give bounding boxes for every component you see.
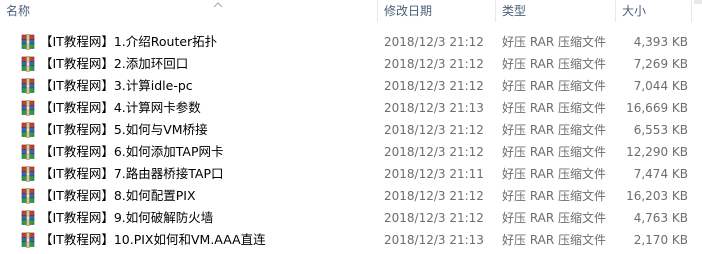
file-name: 【IT教程网】9.如何破解防火墙 [40,210,214,225]
file-type: 好压 RAR 压缩文件 [502,101,607,115]
file-row[interactable]: 【IT教程网】10.PIX如何和VM.AAA直连 2018/12/3 21:13 好… [0,229,702,251]
file-name: 【IT教程网】8.如何配置PIX [40,188,196,203]
file-size: 7,269 KB [633,57,688,71]
file-row[interactable]: 【IT教程网】5.如何与VM桥接 2018/12/3 21:12 好压 RAR 压缩… [0,119,702,141]
file-size: 12,290 KB [626,145,688,159]
rar-archive-icon [21,166,35,182]
column-header-name[interactable]: 名称 [0,0,378,22]
file-name: 【IT教程网】4.计算网卡参数 [40,100,201,115]
rar-archive-icon [21,56,35,72]
file-row[interactable]: 【IT教程网】7.路由器桥接TAP口 2018/12/3 21:11 好压 RAR … [0,163,702,185]
column-header-type[interactable]: 类型 [496,0,616,22]
file-type: 好压 RAR 压缩文件 [502,57,607,71]
column-header-date[interactable]: 修改日期 [378,0,496,22]
file-modified-date: 2018/12/3 21:12 [384,57,484,71]
rar-archive-icon [21,232,35,248]
file-size: 16,669 KB [626,101,688,115]
file-type: 好压 RAR 压缩文件 [502,35,607,49]
file-row[interactable]: 【IT教程网】4.计算网卡参数 2018/12/3 21:13 好压 RAR 压缩文… [0,97,702,119]
file-row[interactable]: 【IT教程网】9.如何破解防火墙 2018/12/3 21:12 好压 RAR 压缩… [0,207,702,229]
rar-archive-icon [21,188,35,204]
file-modified-date: 2018/12/3 21:12 [384,35,484,49]
file-size: 7,044 KB [633,79,688,93]
file-type: 好压 RAR 压缩文件 [502,211,607,225]
file-rows: 【IT教程网】1.介绍Router拓扑 2018/12/3 21:12 好压 RAR… [0,31,702,251]
rar-archive-icon [21,122,35,138]
file-type: 好压 RAR 压缩文件 [502,123,607,137]
file-row[interactable]: 【IT教程网】1.介绍Router拓扑 2018/12/3 21:12 好压 RAR… [0,31,702,53]
rar-archive-icon [21,210,35,226]
file-name: 【IT教程网】2.添加环回口 [40,56,189,71]
file-row[interactable]: 【IT教程网】2.添加环回口 2018/12/3 21:12 好压 RAR 压缩文件… [0,53,702,75]
file-type: 好压 RAR 压缩文件 [502,145,607,159]
file-list-view: 名称 修改日期 类型 大小 【IT教程网】1.介绍Router拓扑 2018/12… [0,0,702,254]
column-header-bar: 名称 修改日期 类型 大小 [0,0,702,22]
column-header-size[interactable]: 大小 [616,0,692,22]
file-name: 【IT教程网】1.介绍Router拓扑 [40,34,218,49]
column-divider[interactable] [691,0,692,22]
rar-archive-icon [21,78,35,94]
file-size: 4,763 KB [633,211,688,225]
scrollbar-top[interactable] [694,0,702,4]
file-name: 【IT教程网】5.如何与VM桥接 [40,122,208,137]
file-name: 【IT教程网】7.路由器桥接TAP口 [40,166,224,181]
file-modified-date: 2018/12/3 21:12 [384,145,484,159]
file-row[interactable]: 【IT教程网】8.如何配置PIX 2018/12/3 21:12 好压 RAR 压缩… [0,185,702,207]
file-modified-date: 2018/12/3 21:13 [384,233,484,247]
file-type: 好压 RAR 压缩文件 [502,167,607,181]
file-row[interactable]: 【IT教程网】3.计算idle-pc 2018/12/3 21:12 好压 RAR … [0,75,702,97]
file-modified-date: 2018/12/3 21:11 [384,167,484,181]
file-size: 6,553 KB [633,123,688,137]
file-name: 【IT教程网】6.如何添加TAP网卡 [40,144,224,159]
file-size: 16,203 KB [626,189,688,203]
file-modified-date: 2018/12/3 21:12 [384,189,484,203]
file-modified-date: 2018/12/3 21:12 [384,123,484,137]
file-size: 4,393 KB [633,35,688,49]
rar-archive-icon [21,34,35,50]
file-size: 2,170 KB [633,233,688,247]
file-type: 好压 RAR 压缩文件 [502,233,607,247]
file-size: 7,474 KB [633,167,688,181]
file-name: 【IT教程网】3.计算idle-pc [40,78,193,93]
rar-archive-icon [21,100,35,116]
file-name: 【IT教程网】10.PIX如何和VM.AAA直连 [40,232,266,247]
file-modified-date: 2018/12/3 21:12 [384,211,484,225]
file-type: 好压 RAR 压缩文件 [502,189,607,203]
file-modified-date: 2018/12/3 21:12 [384,79,484,93]
file-row[interactable]: 【IT教程网】6.如何添加TAP网卡 2018/12/3 21:12 好压 RAR … [0,141,702,163]
file-type: 好压 RAR 压缩文件 [502,79,607,93]
file-modified-date: 2018/12/3 21:13 [384,101,484,115]
rar-archive-icon [21,144,35,160]
